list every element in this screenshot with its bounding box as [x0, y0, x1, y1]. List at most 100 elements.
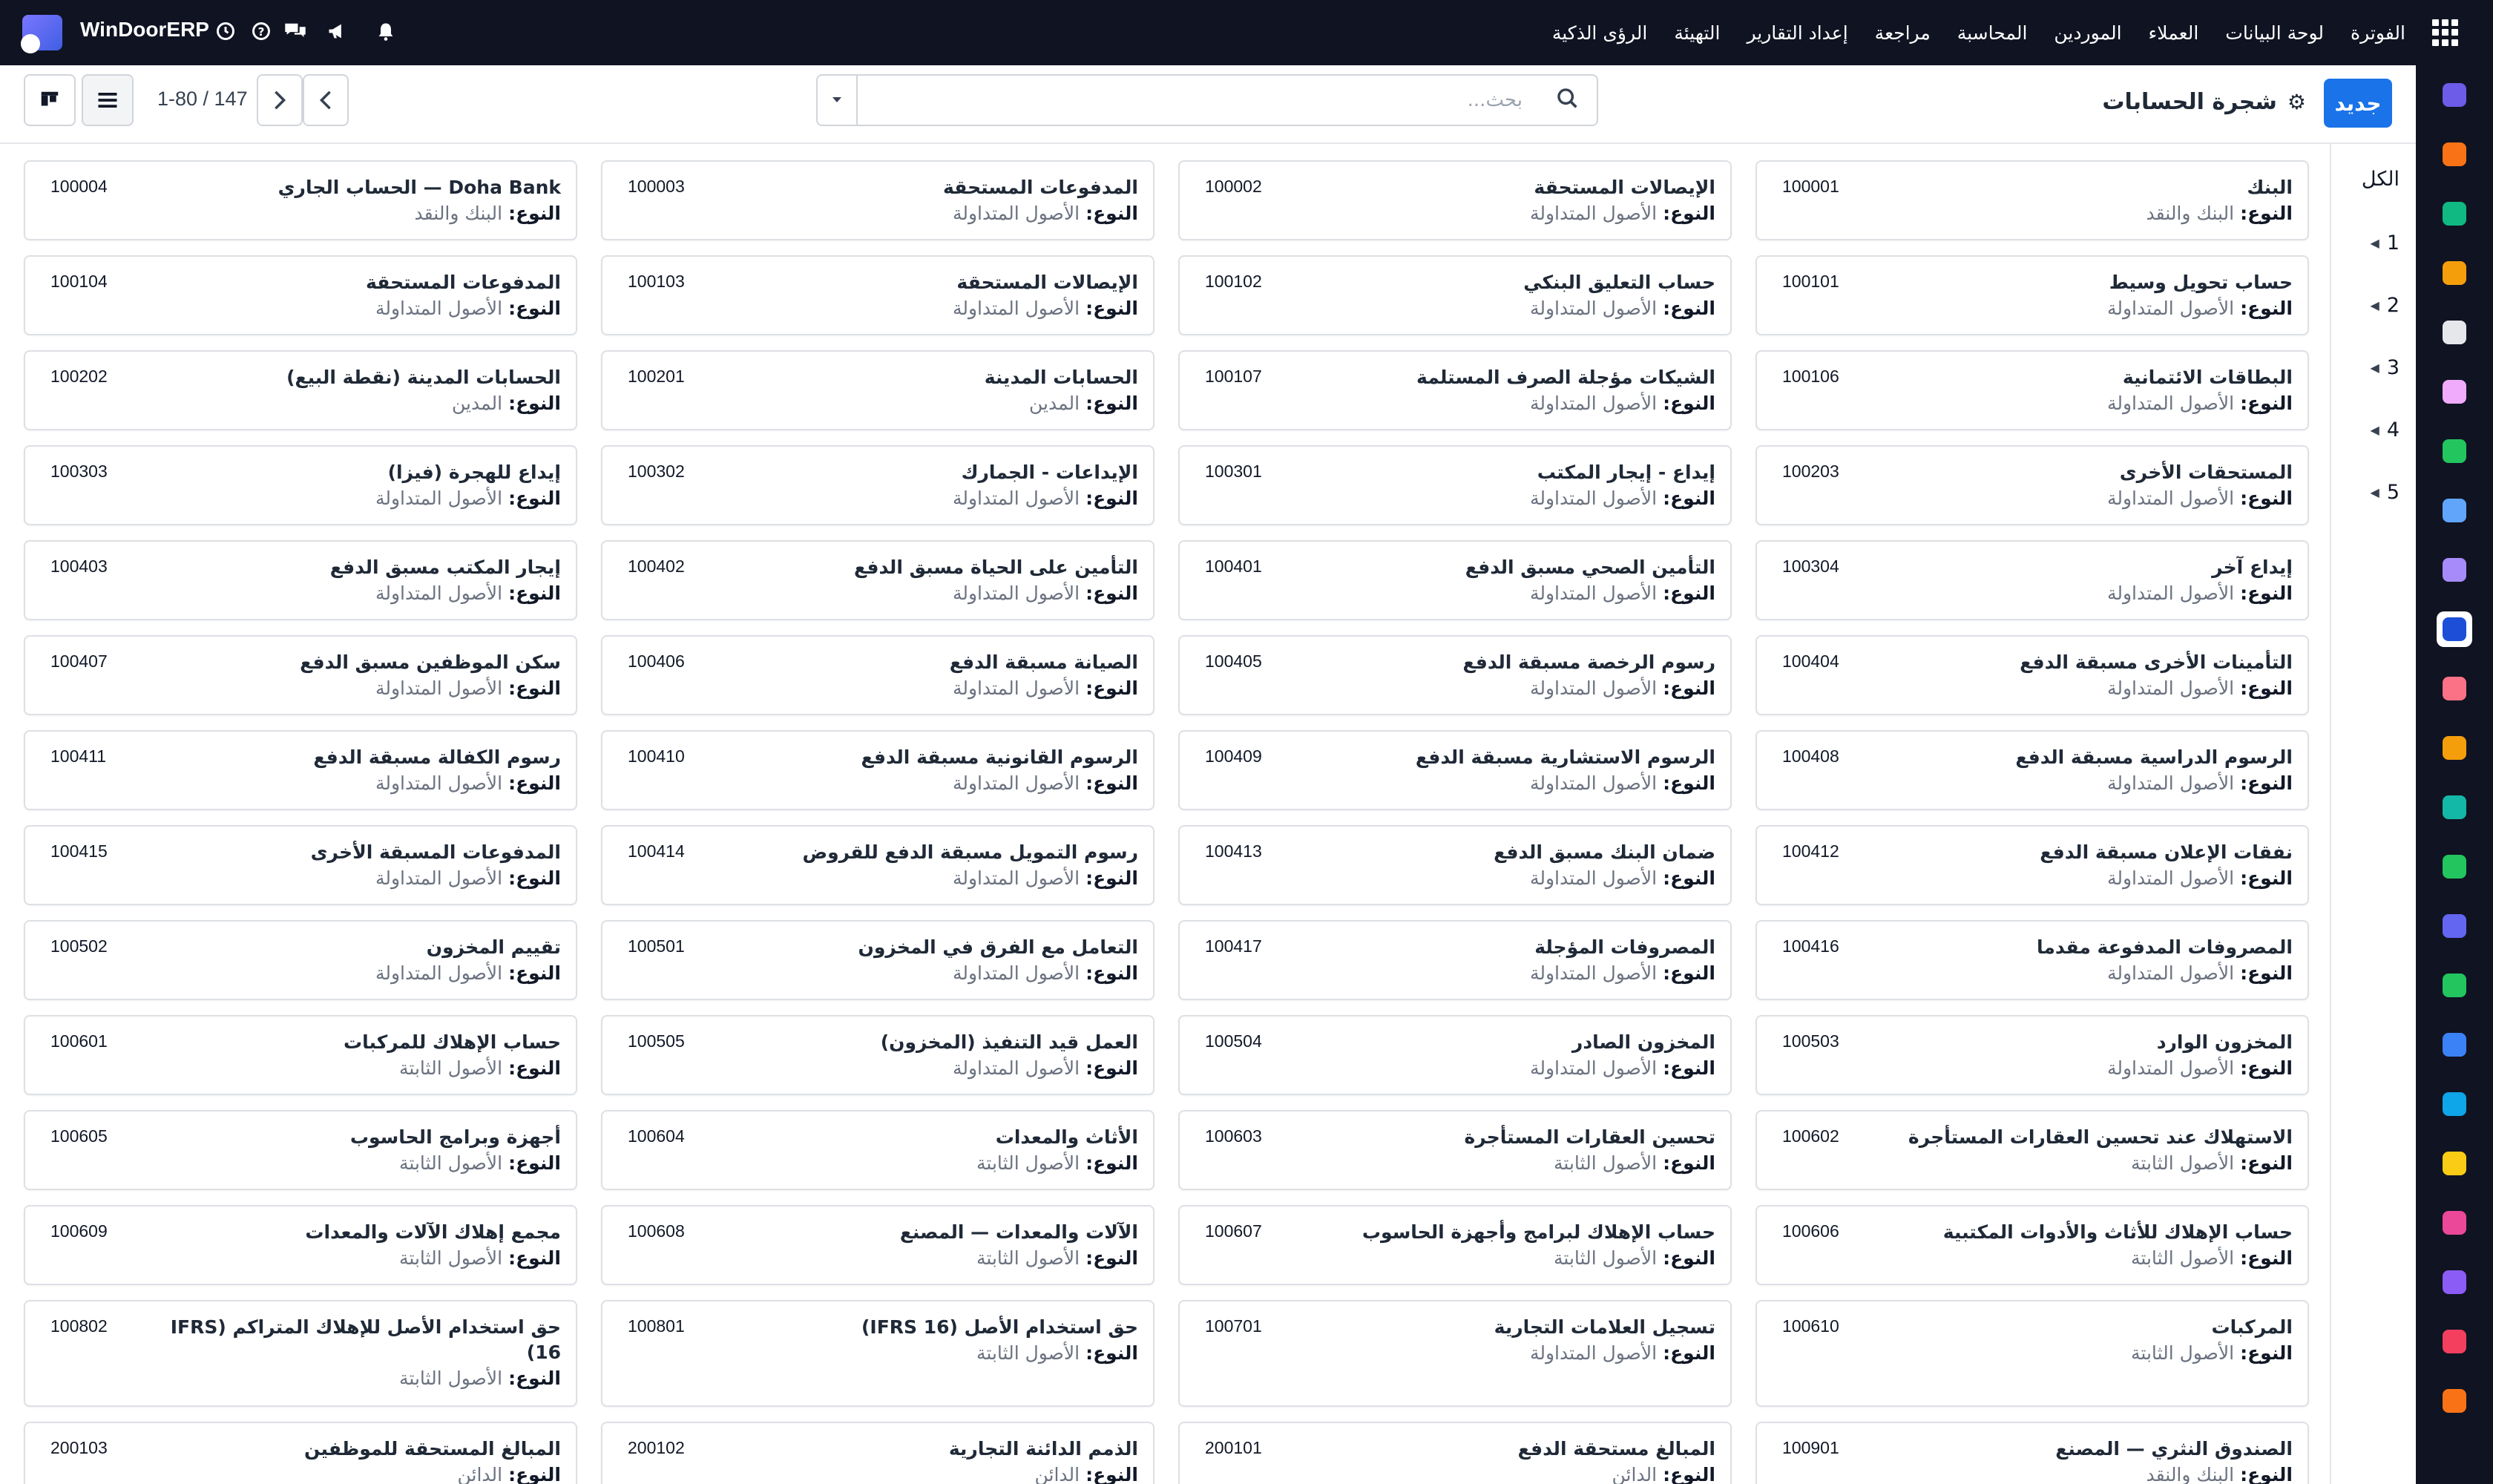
account-card[interactable]: رسوم الكفالة مسبقة الدفع النوع: الأصول ال…: [24, 730, 577, 810]
crm-app-icon[interactable]: [2437, 196, 2472, 232]
account-card[interactable]: أجهزة وبرامج الحاسوب النوع: الأصول الثابت…: [24, 1110, 577, 1190]
account-card[interactable]: المبالغ المستحقة للموظفين النوع: الدائن 20…: [24, 1422, 577, 1484]
account-card[interactable]: المستحقات الأخرى النوع: الأصول المتداولة 1…: [1755, 445, 2309, 525]
whatsapp-app-icon[interactable]: [2437, 968, 2472, 1003]
account-card[interactable]: الرسوم الاستشارية مسبقة الدفع النوع: الأص…: [1178, 730, 1732, 810]
bell-icon[interactable]: [371, 16, 401, 46]
tasks-app-icon[interactable]: [2437, 433, 2472, 469]
new-button[interactable]: جديد: [2324, 79, 2392, 128]
chat-icon[interactable]: [280, 16, 310, 46]
account-card[interactable]: تقييم المخزون النوع: الأصول المتداولة 1005…: [24, 920, 577, 1000]
account-card[interactable]: الصيانة مسبقة الدفع النوع: الأصول المتداو…: [601, 635, 1154, 715]
menu-item-smart-insights[interactable]: الرؤى الذكية: [1552, 22, 1647, 44]
menu-item-review[interactable]: مراجعة: [1875, 22, 1931, 44]
account-card[interactable]: التعامل مع الفرق في المخزون النوع: الأصول…: [601, 920, 1154, 1000]
search-options-toggle[interactable]: [818, 76, 858, 125]
account-card[interactable]: التأمين على الحياة مسبق الدفع النوع: الأص…: [601, 540, 1154, 620]
list-view-button[interactable]: [82, 74, 134, 126]
knowledge-app-icon[interactable]: [2437, 493, 2472, 528]
account-card[interactable]: البطاقات الائتمانية النوع: الأصول المتداو…: [1755, 350, 2309, 430]
website-app-icon[interactable]: [2437, 1086, 2472, 1122]
calendar-app-icon[interactable]: [2437, 730, 2472, 766]
modules-app-icon[interactable]: [2437, 1264, 2472, 1300]
account-card[interactable]: الأثاث والمعدات النوع: الأصول الثابتة 1006…: [601, 1110, 1154, 1190]
help-icon[interactable]: ?: [246, 16, 276, 46]
apps-grid-icon[interactable]: [2432, 19, 2459, 46]
telegram-app-icon[interactable]: [2437, 1146, 2472, 1181]
menu-item-dashboard[interactable]: لوحة البيانات: [2225, 22, 2324, 44]
account-card[interactable]: المبالغ مستحقة الدفع النوع: الدائن 200101: [1178, 1422, 1732, 1484]
sign-app-icon[interactable]: [2437, 789, 2472, 825]
account-card[interactable]: الآلات والمعدات — المصنع النوع: الأصول ال…: [601, 1205, 1154, 1285]
gear-icon[interactable]: ⚙: [2287, 90, 2306, 114]
search-input[interactable]: [870, 83, 1523, 117]
level-5[interactable]: ◀ 5: [2371, 481, 2400, 504]
inventory-app-icon[interactable]: [2437, 315, 2472, 350]
account-card[interactable]: Doha Bank — الحساب الجاري النوع: البنك وا…: [24, 160, 577, 240]
account-card[interactable]: مجمع إهلاك الآلات والمعدات النوع: الأصول …: [24, 1205, 577, 1285]
kanban-view-button[interactable]: [24, 74, 76, 126]
account-card[interactable]: الذمم الدائنة التجارية النوع: الدائن 20010…: [601, 1422, 1154, 1484]
level-2[interactable]: ◀ 2: [2371, 294, 2400, 317]
dashboard-app-icon[interactable]: [2437, 908, 2472, 944]
menu-item-configuration[interactable]: التهيئة: [1674, 22, 1720, 44]
account-card[interactable]: المخزون الصادر النوع: الأصول المتداولة 100…: [1178, 1015, 1732, 1095]
account-card[interactable]: نفقات الإعلان مسبقة الدفع النوع: الأصول ا…: [1755, 825, 2309, 905]
account-card[interactable]: التأمين الصحي مسبق الدفع النوع: الأصول ال…: [1178, 540, 1732, 620]
planning-app-icon[interactable]: [2437, 1324, 2472, 1359]
menu-item-accounting[interactable]: المحاسبة: [1957, 22, 2028, 44]
account-card[interactable]: تحسين العقارات المستأجرة النوع: الأصول ال…: [1178, 1110, 1732, 1190]
account-card[interactable]: المدفوعات المستحقة النوع: الأصول المتداول…: [24, 255, 577, 335]
account-card[interactable]: الاستهلاك عند تحسين العقارات المستأجرة ال…: [1755, 1110, 2309, 1190]
account-card[interactable]: الإيصالات المستحقة النوع: الأصول المتداول…: [601, 255, 1154, 335]
reports-app-icon[interactable]: [2437, 255, 2472, 291]
account-card[interactable]: ضمان البنك مسبق الدفع النوع: الأصول المتد…: [1178, 825, 1732, 905]
account-card[interactable]: الإيداعات - الجمارك النوع: الأصول المتداو…: [601, 445, 1154, 525]
employees-app-icon[interactable]: [2437, 671, 2472, 706]
studio-app-icon[interactable]: [2437, 1383, 2472, 1419]
contacts-app-icon[interactable]: [2437, 374, 2472, 410]
spreadsheet-app-icon[interactable]: [2437, 1205, 2472, 1241]
mail-app-icon[interactable]: [2437, 77, 2472, 113]
clock-icon[interactable]: [211, 16, 240, 46]
accounting-app-icon[interactable]: [2437, 611, 2472, 647]
account-card[interactable]: الرسوم الدراسية مسبقة الدفع النوع: الأصول…: [1755, 730, 2309, 810]
account-card[interactable]: حساب التعليق البنكي النوع: الأصول المتداو…: [1178, 255, 1732, 335]
pager-value[interactable]: 1-80 / 147: [157, 88, 248, 111]
level-3[interactable]: ◀ 3: [2371, 356, 2400, 379]
account-card[interactable]: حساب الإهلاك لبرامج وأجهزة الحاسوب النوع:…: [1178, 1205, 1732, 1285]
account-card[interactable]: المركبات النوع: الأصول الثابتة 100610: [1755, 1300, 2309, 1407]
account-card[interactable]: حساب الإهلاك للأثاث والأدوات المكتبية الن…: [1755, 1205, 2309, 1285]
account-card[interactable]: إيداع - إيجار المكتب النوع: الأصول المتدا…: [1178, 445, 1732, 525]
account-card[interactable]: حق استخدام الأصل (IFRS 16) النوع: الأصول …: [601, 1300, 1154, 1407]
account-card[interactable]: الحسابات المدينة (نقطة البيع) النوع: المد…: [24, 350, 577, 430]
company-logo-icon[interactable]: [21, 15, 62, 53]
next-page-button[interactable]: [257, 74, 303, 126]
members-app-icon[interactable]: [2437, 849, 2472, 884]
account-card[interactable]: المصروفات المؤجلة النوع: الأصول المتداولة…: [1178, 920, 1732, 1000]
account-card[interactable]: الإيصالات المستحقة النوع: الأصول المتداول…: [1178, 160, 1732, 240]
account-card[interactable]: العمل قيد التنفيذ (المخزون) النوع: الأصول…: [601, 1015, 1154, 1095]
account-card[interactable]: حساب الإهلاك للمركبات النوع: الأصول الثاب…: [24, 1015, 577, 1095]
account-card[interactable]: البنك النوع: البنك والنقد 100001: [1755, 160, 2309, 240]
account-card[interactable]: الرسوم القانونية مسبقة الدفع النوع: الأصو…: [601, 730, 1154, 810]
account-card[interactable]: المدفوعات المسبقة الأخرى النوع: الأصول ال…: [24, 825, 577, 905]
level-all[interactable]: الكل: [2362, 168, 2400, 191]
account-card[interactable]: إيداع آخر النوع: الأصول المتداولة 100304: [1755, 540, 2309, 620]
discuss-app-icon[interactable]: [2437, 137, 2472, 172]
account-card[interactable]: المصروفات المدفوعة مقدما النوع: الأصول ال…: [1755, 920, 2309, 1000]
account-card[interactable]: حق استخدام الأصل للإهلاك المتراكم (IFRS …: [24, 1300, 577, 1407]
account-card[interactable]: الحسابات المدينة النوع: المدين 100201: [601, 350, 1154, 430]
previous-page-button[interactable]: [303, 74, 349, 126]
level-1[interactable]: ◀ 1: [2371, 232, 2400, 255]
account-card[interactable]: رسوم التمويل مسبقة الدفع للقروض النوع: ال…: [601, 825, 1154, 905]
menu-item-reporting[interactable]: إعداد التقارير: [1747, 22, 1847, 44]
package-app-icon[interactable]: [2437, 552, 2472, 588]
account-card[interactable]: التأمينات الأخرى مسبقة الدفع النوع: الأصو…: [1755, 635, 2309, 715]
menu-item-customers[interactable]: العملاء: [2149, 22, 2199, 44]
account-card[interactable]: إيداع للهجرة (فيزا) النوع: الأصول المتداو…: [24, 445, 577, 525]
search-icon[interactable]: [1555, 86, 1583, 114]
account-card[interactable]: سكن الموظفين مسبق الدفع النوع: الأصول الم…: [24, 635, 577, 715]
account-card[interactable]: المدفوعات المستحقة النوع: الأصول المتداول…: [601, 160, 1154, 240]
megaphone-icon[interactable]: [322, 16, 352, 46]
